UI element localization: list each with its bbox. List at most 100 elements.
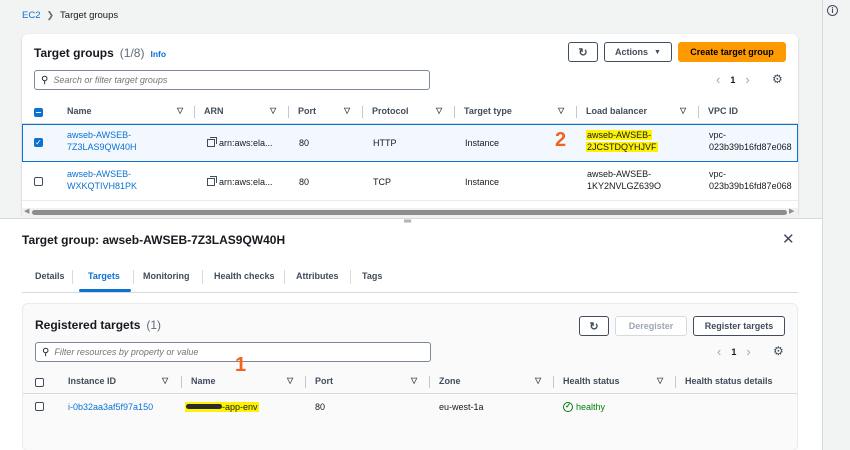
col-health-status-details[interactable]: Health status details [685,376,773,386]
registered-targets-panel: Registered targets (1) ↻ Deregister Regi… [22,303,798,450]
port-cell: 80 [315,402,326,412]
close-icon[interactable]: ✕ [782,230,795,248]
select-all-checkbox[interactable] [34,108,43,117]
pagination: ‹ 1 › [717,344,751,359]
tab-monitoring[interactable]: Monitoring [143,271,190,281]
refresh-button[interactable]: ↻ [579,316,609,336]
table-row[interactable]: awseb-AWSEB- WXKQTIVH81PK arn:aws:ela... … [22,163,798,201]
redacted-mark [186,404,222,409]
row-checkbox[interactable] [34,177,43,186]
pagination: ‹ 1 › [716,72,750,87]
prev-page-icon[interactable]: ‹ [716,72,720,87]
col-name[interactable]: Name [67,106,92,116]
target-type-cell: Instance [465,138,500,148]
target-group-name-link[interactable]: awseb-AWSEB- WXKQTIVH81PK [67,168,137,192]
row-checkbox[interactable] [35,402,44,411]
col-name[interactable]: Name [191,376,216,386]
split-panel-title: Target group: awseb-AWSEB-7Z3LAS9QW40H [22,233,286,247]
tab-bar: Details Targets Monitoring Health checks… [22,265,798,293]
scrollbar-thumb[interactable] [32,210,787,215]
row-checkbox[interactable]: ✓ [34,138,43,147]
filter-input[interactable] [54,347,404,357]
prev-page-icon[interactable]: ‹ [717,344,721,359]
table-row[interactable]: ✓ awseb-AWSEB- 7Z3LAS9QW40H arn:aws:ela..… [22,124,798,162]
tab-attributes[interactable]: Attributes [296,271,339,281]
zone-cell: eu-west-1a [439,402,484,412]
table-row[interactable]: i-0b32aa3af5f97a150 -app-env 80 eu-west-… [23,394,797,420]
port-cell: 80 [299,177,310,187]
check-circle-icon: ✓ [563,402,573,412]
copy-icon[interactable] [207,137,217,147]
create-label: Create target group [690,47,774,57]
col-target-type[interactable]: Target type [464,106,512,116]
instance-id-link[interactable]: i-0b32aa3af5f97a150 [68,401,153,413]
registered-targets-header: Registered targets (1) [35,318,161,332]
refresh-icon: ↻ [589,320,599,333]
col-instance-id[interactable]: Instance ID [68,376,116,386]
panel-title: Target groups [34,46,114,60]
next-page-icon[interactable]: › [745,72,749,87]
tab-tags[interactable]: Tags [362,271,382,281]
deregister-button[interactable]: Deregister [615,316,687,336]
register-targets-button[interactable]: Register targets [693,316,785,336]
col-port[interactable]: Port [315,376,333,386]
scroll-right-icon[interactable]: ▶ [789,207,794,215]
scroll-left-icon[interactable]: ◀ [24,207,29,215]
arn-cell: arn:aws:ela... [207,137,273,149]
col-zone[interactable]: Zone [439,376,461,386]
target-groups-header: Target groups (1/8) Info [34,46,166,60]
deregister-label: Deregister [628,321,674,331]
target-groups-panel: Target groups (1/8) Info ↻ Actions ▼ Cre… [22,34,798,218]
tab-targets[interactable]: Targets [88,271,120,281]
refresh-button[interactable]: ↻ [568,42,598,62]
gear-icon[interactable]: ⚙ [773,344,784,358]
right-rail-divider [822,0,823,450]
selection-count: (1/8) [119,46,145,60]
chevron-right-icon: ❯ [46,10,55,20]
page-number[interactable]: 1 [731,347,736,357]
col-arn[interactable]: ARN [204,106,224,116]
refresh-icon: ↻ [578,46,588,59]
col-protocol[interactable]: Protocol [372,106,409,116]
col-load-balancer[interactable]: Load balancer [586,106,647,116]
info-link[interactable]: Info [150,49,166,59]
create-target-group-button[interactable]: Create target group [678,42,786,62]
table-header: Name ▽ ARN ▽ Port ▽ Protocol ▽ Target ty… [22,100,798,124]
port-cell: 80 [299,138,310,148]
search-input[interactable] [53,75,403,85]
target-group-name-link[interactable]: awseb-AWSEB- 7Z3LAS9QW40H [67,129,137,153]
active-tab-indicator [79,289,131,292]
copy-icon[interactable] [207,176,217,186]
actions-button[interactable]: Actions ▼ [604,42,672,62]
register-label: Register targets [704,321,774,331]
registered-search[interactable]: ⚲ [35,342,431,362]
drag-handle-icon[interactable]: ═ [404,216,411,227]
target-type-cell: Instance [465,177,500,187]
col-port[interactable]: Port [298,106,316,116]
breadcrumb: EC2 ❯ Target groups [22,10,118,21]
target-groups-search[interactable]: ⚲ [34,70,430,90]
info-icon[interactable]: i [827,5,838,16]
split-panel: ═ Target group: awseb-AWSEB-7Z3LAS9QW40H… [0,216,822,450]
vpc-id-cell: vpc- 023b39b16fd87e068 [709,130,792,152]
health-status-cell: ✓ healthy [563,401,605,413]
load-balancer-cell: awseb-AWSEB- 1KY2NVLGZ639O [587,169,662,191]
tab-health-checks[interactable]: Health checks [214,271,275,281]
actions-label: Actions [615,47,649,57]
col-vpc-id[interactable]: VPC ID [708,106,738,116]
col-health-status[interactable]: Health status [563,376,620,386]
protocol-cell: HTTP [373,138,397,148]
page-number[interactable]: 1 [730,75,735,85]
select-all-checkbox[interactable] [35,378,44,387]
tab-details[interactable]: Details [35,271,65,281]
registered-count: (1) [146,318,162,332]
breadcrumb-ec2-link[interactable]: EC2 [22,10,40,21]
next-page-icon[interactable]: › [746,344,750,359]
caret-down-icon: ▼ [654,48,661,56]
registered-table-header: Instance ID ▽ Name ▽ Port ▽ Zone ▽ Healt… [23,370,797,394]
search-icon: ⚲ [42,346,50,358]
instance-name-cell: -app-env [185,401,259,413]
gear-icon[interactable]: ⚙ [772,72,783,86]
load-balancer-cell: awseb-AWSEB- 2JCSTDQYHJVF [586,130,658,152]
arn-cell: arn:aws:ela... [207,176,273,188]
